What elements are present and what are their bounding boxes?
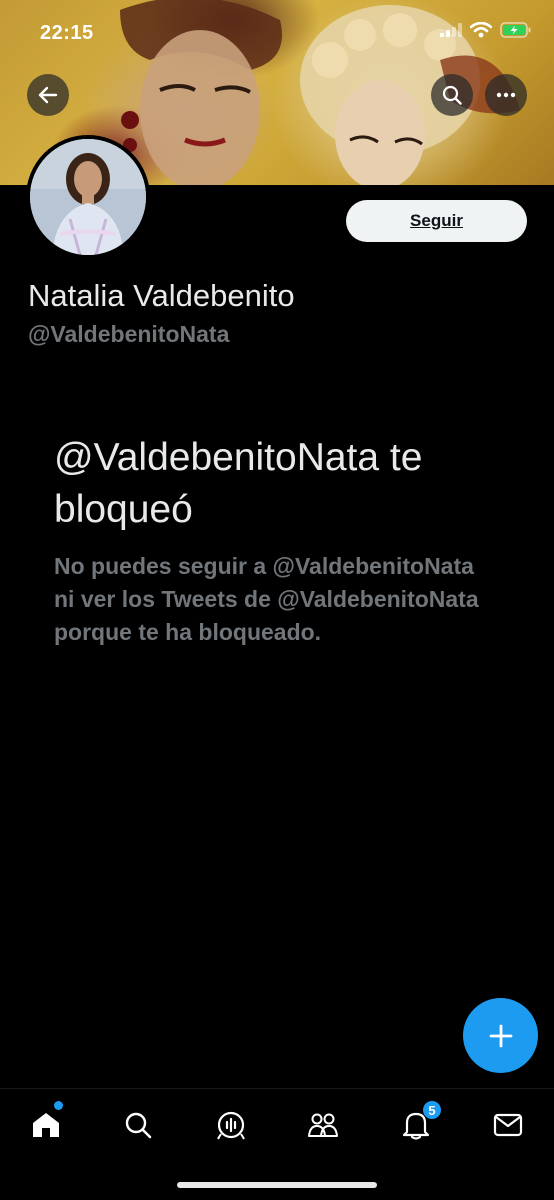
more-options-button[interactable]	[485, 74, 527, 116]
home-indicator[interactable]	[177, 1182, 377, 1188]
home-unread-dot	[54, 1101, 63, 1110]
spaces-icon	[217, 1111, 245, 1140]
nav-spaces[interactable]	[206, 1103, 256, 1147]
follow-button[interactable]: Seguir	[346, 200, 527, 242]
avatar-image	[30, 139, 146, 255]
notifications-badge: 5	[422, 1100, 442, 1120]
wifi-icon	[470, 22, 492, 38]
status-time: 22:15	[40, 22, 94, 44]
profile-avatar[interactable]	[26, 135, 150, 259]
profile-display-name: Natalia Valdebenito	[28, 278, 295, 313]
cellular-signal-icon	[440, 23, 462, 37]
communities-icon	[308, 1113, 338, 1137]
battery-charging-icon	[500, 22, 531, 38]
more-dots-icon	[496, 92, 516, 98]
nav-messages[interactable]	[483, 1103, 533, 1147]
nav-home[interactable]	[21, 1103, 71, 1147]
blocked-message: No puedes seguir a @ValdebenitoNata ni v…	[54, 553, 479, 645]
blocked-title: @ValdebenitoNata te bloqueó	[54, 436, 423, 531]
search-profile-button[interactable]	[431, 74, 473, 116]
home-icon	[33, 1113, 59, 1137]
status-bar: 22:15	[0, 0, 554, 64]
nav-search[interactable]	[113, 1103, 163, 1147]
compose-tweet-button[interactable]	[463, 998, 538, 1073]
profile-handle: @ValdebenitoNata	[28, 321, 230, 347]
status-icons	[440, 22, 532, 38]
search-icon	[442, 85, 462, 105]
mail-icon	[493, 1113, 523, 1137]
back-arrow-icon	[38, 86, 58, 104]
back-button[interactable]	[27, 74, 69, 116]
plus-icon	[489, 1024, 512, 1047]
search-icon	[125, 1112, 152, 1139]
nav-communities[interactable]	[298, 1103, 348, 1147]
